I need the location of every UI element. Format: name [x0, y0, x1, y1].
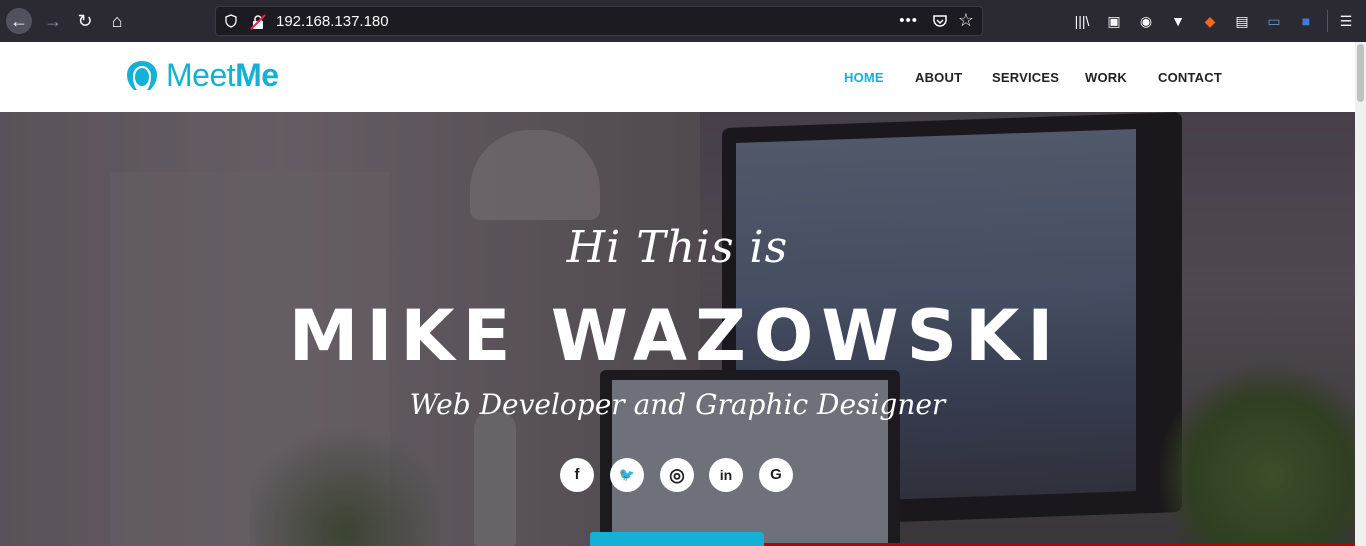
forward-arrow-icon[interactable]: →	[40, 8, 66, 34]
hero-cta-button[interactable]	[590, 532, 764, 546]
page-actions-icon[interactable]: •••	[899, 12, 918, 29]
instagram-icon[interactable]: ◎	[660, 458, 694, 492]
reload-icon[interactable]: ↻	[72, 8, 98, 34]
nav-contact[interactable]: CONTACT	[1158, 70, 1222, 85]
home-icon[interactable]: ⌂	[104, 8, 130, 34]
hamburger-menu-icon[interactable]: ☰	[1336, 11, 1356, 31]
hero-greeting: Hi This is	[566, 222, 789, 273]
url-bar[interactable]: 192.168.137.180 ••• ☆	[215, 6, 983, 36]
twitter-icon[interactable]: 🐦	[610, 458, 644, 492]
scrollbar-thumb[interactable]	[1357, 44, 1364, 102]
linkedin-icon[interactable]: in	[709, 458, 743, 492]
nav-services[interactable]: SERVICES	[992, 70, 1059, 85]
pocket-icon[interactable]	[932, 13, 948, 29]
browser-toolbar: ← → ↻ ⌂ 192.168.137.180 ••• ☆ |||\ ▣ ◉ ▼…	[0, 0, 1366, 42]
extension-v-icon[interactable]: ▼	[1168, 11, 1188, 31]
hero-role: Web Developer and Graphic Designer	[409, 388, 946, 421]
hero-section: Hi This is MIKE WAZOWSKI Web Developer a…	[0, 112, 1355, 546]
sidebar-icon[interactable]: ▣	[1104, 11, 1124, 31]
nav-about[interactable]: ABOUT	[915, 70, 962, 85]
extension-card-icon[interactable]: ▤	[1232, 11, 1252, 31]
bookmark-star-icon[interactable]: ☆	[958, 10, 974, 31]
logo-mark-icon	[127, 61, 157, 90]
account-icon[interactable]: ◉	[1136, 11, 1156, 31]
logo-text: MeetMe	[166, 57, 279, 93]
url-text[interactable]: 192.168.137.180	[276, 13, 389, 30]
extension-fox-icon[interactable]: ◆	[1200, 11, 1220, 31]
insecure-lock-icon[interactable]	[250, 14, 266, 30]
extension-save-icon[interactable]: ■	[1296, 11, 1316, 31]
facebook-icon[interactable]: f	[560, 458, 594, 492]
nav-work[interactable]: WORK	[1085, 70, 1127, 85]
hero-name: MIKE WAZOWSKI	[288, 295, 1062, 377]
tracking-shield-icon[interactable]	[225, 14, 237, 28]
library-icon[interactable]: |||\	[1072, 11, 1092, 31]
extension-printer-icon[interactable]: ▭	[1264, 11, 1284, 31]
toolbar-divider	[1327, 10, 1328, 32]
page-scrollbar[interactable]	[1355, 42, 1366, 546]
google-icon[interactable]: G	[759, 458, 793, 492]
nav-home[interactable]: HOME	[844, 70, 884, 85]
back-arrow-icon[interactable]: ←	[6, 8, 32, 34]
site-header: MeetMe HOME ABOUT SERVICES WORK CONTACT	[0, 42, 1355, 112]
